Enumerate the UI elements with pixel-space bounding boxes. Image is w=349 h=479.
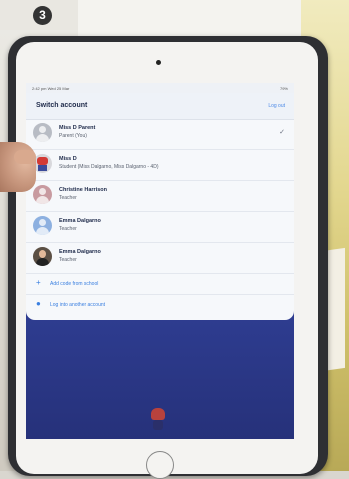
log-into-another-label: Log into another account (50, 302, 106, 308)
account-role: Teacher (59, 195, 77, 201)
tablet-screen: 2:42 pm Wed 25 Mar 79% Switch account Lo… (26, 83, 294, 439)
switch-account-sheet: Switch account Log out Miss D Parent Par… (26, 93, 294, 320)
account-name: Miss D (59, 156, 77, 162)
person-icon (33, 123, 52, 142)
add-code-button[interactable]: + Add code from school (26, 273, 294, 294)
account-list: Miss D Parent Parent (You) ✓ Miss D Stud… (26, 119, 294, 274)
account-name: Emma Dalgarno (59, 218, 101, 224)
log-out-button[interactable]: Log out (268, 103, 285, 109)
account-role: Teacher (59, 257, 77, 263)
photo-avatar (33, 247, 52, 266)
app-logo-icon (147, 408, 169, 432)
status-time: 2:42 pm Wed 25 Mar (32, 86, 70, 91)
status-battery: 79% (279, 86, 288, 91)
front-camera (156, 60, 161, 65)
add-code-label: Add code from school (50, 281, 99, 287)
account-name: Christine Harrison (59, 187, 107, 193)
account-role: Parent (You) (59, 133, 87, 139)
pointing-finger (14, 150, 36, 164)
account-name: Emma Dalgarno (59, 249, 101, 255)
account-name: Miss D Parent (59, 125, 96, 131)
account-row-teacher-3[interactable]: Emma Dalgarno Teacher (26, 243, 294, 274)
account-role: Teacher (59, 226, 77, 232)
sheet-header: Switch account Log out (26, 93, 294, 120)
check-icon: ✓ (279, 129, 285, 136)
account-row-student[interactable]: Miss D Student (Miss Dalgarno, Miss Dalg… (26, 150, 294, 181)
account-row-parent[interactable]: Miss D Parent Parent (You) ✓ (26, 119, 294, 150)
plus-icon: + (36, 278, 41, 287)
person-icon: ● (36, 299, 41, 308)
account-actions: + Add code from school ● Log into anothe… (26, 273, 294, 315)
log-into-another-account-button[interactable]: ● Log into another account (26, 294, 294, 315)
account-row-teacher-1[interactable]: Christine Harrison Teacher (26, 181, 294, 212)
account-role: Student (Miss Dalgarno, Miss Dalgarno - … (59, 164, 159, 170)
person-icon (33, 216, 52, 235)
home-button[interactable] (146, 451, 174, 479)
person-icon (33, 185, 52, 204)
status-bar: 2:42 pm Wed 25 Mar 79% (26, 83, 294, 93)
account-row-teacher-2[interactable]: Emma Dalgarno Teacher (26, 212, 294, 243)
step-number-badge: 3 (33, 6, 52, 25)
sheet-title: Switch account (36, 102, 88, 109)
